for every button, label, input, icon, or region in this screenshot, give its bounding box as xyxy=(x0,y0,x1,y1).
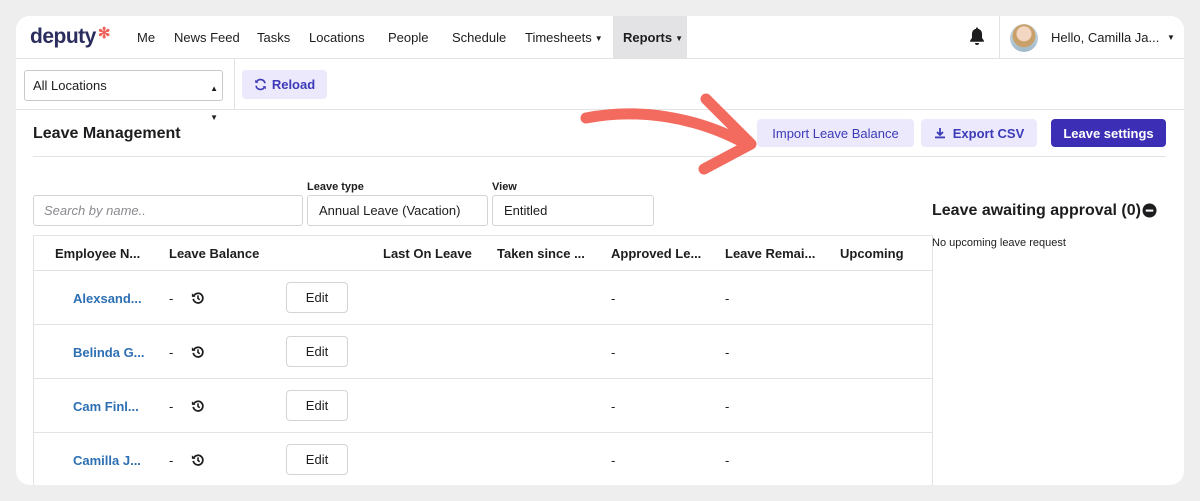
avatar[interactable] xyxy=(1010,24,1038,52)
nav-item-me[interactable]: Me xyxy=(137,16,155,59)
approved-leave-value: - xyxy=(611,453,616,468)
employee-link[interactable]: Alexsand... xyxy=(73,291,142,306)
leave-type-label: Leave type xyxy=(307,181,364,193)
column-header[interactable]: Last On Leave xyxy=(383,246,472,261)
approval-title: Leave awaiting approval (0) xyxy=(932,202,1141,219)
export-csv-label: Export CSV xyxy=(952,125,1025,141)
column-header[interactable]: Taken since ... xyxy=(497,246,585,261)
leave-balance-value: - xyxy=(169,399,174,414)
nav-item-people[interactable]: People xyxy=(388,16,428,59)
leave-type-select[interactable]: Annual Leave (Vacation) xyxy=(307,195,488,226)
leave-balance-value: - xyxy=(169,345,174,360)
location-select[interactable]: All Locations ▲ ▼ xyxy=(24,70,223,122)
nav-item-locations[interactable]: Locations xyxy=(309,16,365,59)
leave-balance-value: - xyxy=(169,291,174,306)
table-row: Alexsand... - Edit - - xyxy=(34,270,932,324)
search-input[interactable]: Search by name.. xyxy=(33,195,303,226)
nav-divider xyxy=(999,16,1000,59)
chevron-down-icon: ▼ xyxy=(675,34,684,43)
nav-item-reports-label: Reports xyxy=(623,30,673,45)
page-title: Leave Management xyxy=(33,125,181,142)
leave-balance-value: - xyxy=(169,453,174,468)
logo-star-icon: ✻ xyxy=(97,25,111,42)
edit-button[interactable]: Edit xyxy=(286,282,348,313)
history-icon[interactable] xyxy=(191,399,205,413)
approved-leave-value: - xyxy=(611,399,616,414)
view-select[interactable]: Entitled xyxy=(492,195,654,226)
user-greeting[interactable]: Hello, Camilla Ja... xyxy=(1051,16,1159,59)
bell-icon[interactable] xyxy=(966,26,988,48)
column-header[interactable]: Upcoming xyxy=(840,246,904,261)
refresh-icon xyxy=(255,78,266,91)
employee-link[interactable]: Cam Finl... xyxy=(73,399,139,414)
employee-link[interactable]: Belinda G... xyxy=(73,345,145,360)
nav-item-news-feed[interactable]: News Feed xyxy=(174,16,240,59)
export-csv-button[interactable]: Export CSV xyxy=(921,119,1037,147)
toolbar-divider xyxy=(234,59,235,110)
chevron-down-icon[interactable]: ▼ xyxy=(1167,16,1175,59)
reload-label: Reload xyxy=(271,77,316,92)
leave-remaining-value: - xyxy=(725,453,730,468)
leave-remaining-value: - xyxy=(725,345,730,360)
nav-item-timesheets[interactable]: Timesheets ▼ xyxy=(525,16,603,59)
location-select-value: All Locations xyxy=(33,78,107,93)
chevron-down-icon: ▼ xyxy=(594,34,603,43)
column-header[interactable]: Leave Remai... xyxy=(725,246,815,261)
edit-button[interactable]: Edit xyxy=(286,444,348,475)
column-header[interactable]: Approved Le... xyxy=(611,246,701,261)
approved-leave-value: - xyxy=(611,345,616,360)
leave-settings-button[interactable]: Leave settings xyxy=(1051,119,1166,147)
leave-table: Employee N... Leave Balance ( Last On Le… xyxy=(33,235,933,485)
nav-item-schedule[interactable]: Schedule xyxy=(452,16,506,59)
leave-remaining-value: - xyxy=(725,399,730,414)
table-row: Cam Finl... - Edit - - xyxy=(34,378,932,432)
column-header[interactable]: Employee N... xyxy=(55,246,140,261)
history-icon[interactable] xyxy=(191,291,205,305)
employee-link[interactable]: Camilla J... xyxy=(73,453,141,468)
download-icon xyxy=(934,128,945,139)
empty-state-text: No upcoming leave request xyxy=(932,237,1066,249)
collapse-minus-icon[interactable] xyxy=(1142,203,1157,218)
logo-text: deputy xyxy=(30,25,96,48)
table-row: Camilla J... - Edit - - xyxy=(34,432,932,485)
history-icon[interactable] xyxy=(191,345,205,359)
nav-item-reports[interactable]: Reports ▼ xyxy=(613,16,687,59)
annotation-arrow-icon xyxy=(580,93,757,175)
reload-button[interactable]: Reload xyxy=(242,70,327,99)
leave-remaining-value: - xyxy=(725,291,730,306)
import-leave-balance-button[interactable]: Import Leave Balance xyxy=(757,119,914,147)
nav-item-tasks[interactable]: Tasks xyxy=(257,16,290,59)
history-icon[interactable] xyxy=(191,453,205,467)
approved-leave-value: - xyxy=(611,291,616,306)
chevron-down-icon: ▲ ▼ xyxy=(210,84,218,122)
view-label: View xyxy=(492,181,517,193)
top-nav: deputy ✻ Me News Feed Tasks Locations Peo… xyxy=(16,16,1184,59)
column-header[interactable]: Leave Balance ( xyxy=(169,246,262,261)
nav-item-timesheets-label: Timesheets xyxy=(525,30,592,45)
table-row: Belinda G... - Edit - - xyxy=(34,324,932,378)
deputy-logo[interactable]: deputy ✻ xyxy=(30,24,110,50)
edit-button[interactable]: Edit xyxy=(286,390,348,421)
app-window: deputy ✻ Me News Feed Tasks Locations Peo… xyxy=(16,16,1184,485)
edit-button[interactable]: Edit xyxy=(286,336,348,367)
